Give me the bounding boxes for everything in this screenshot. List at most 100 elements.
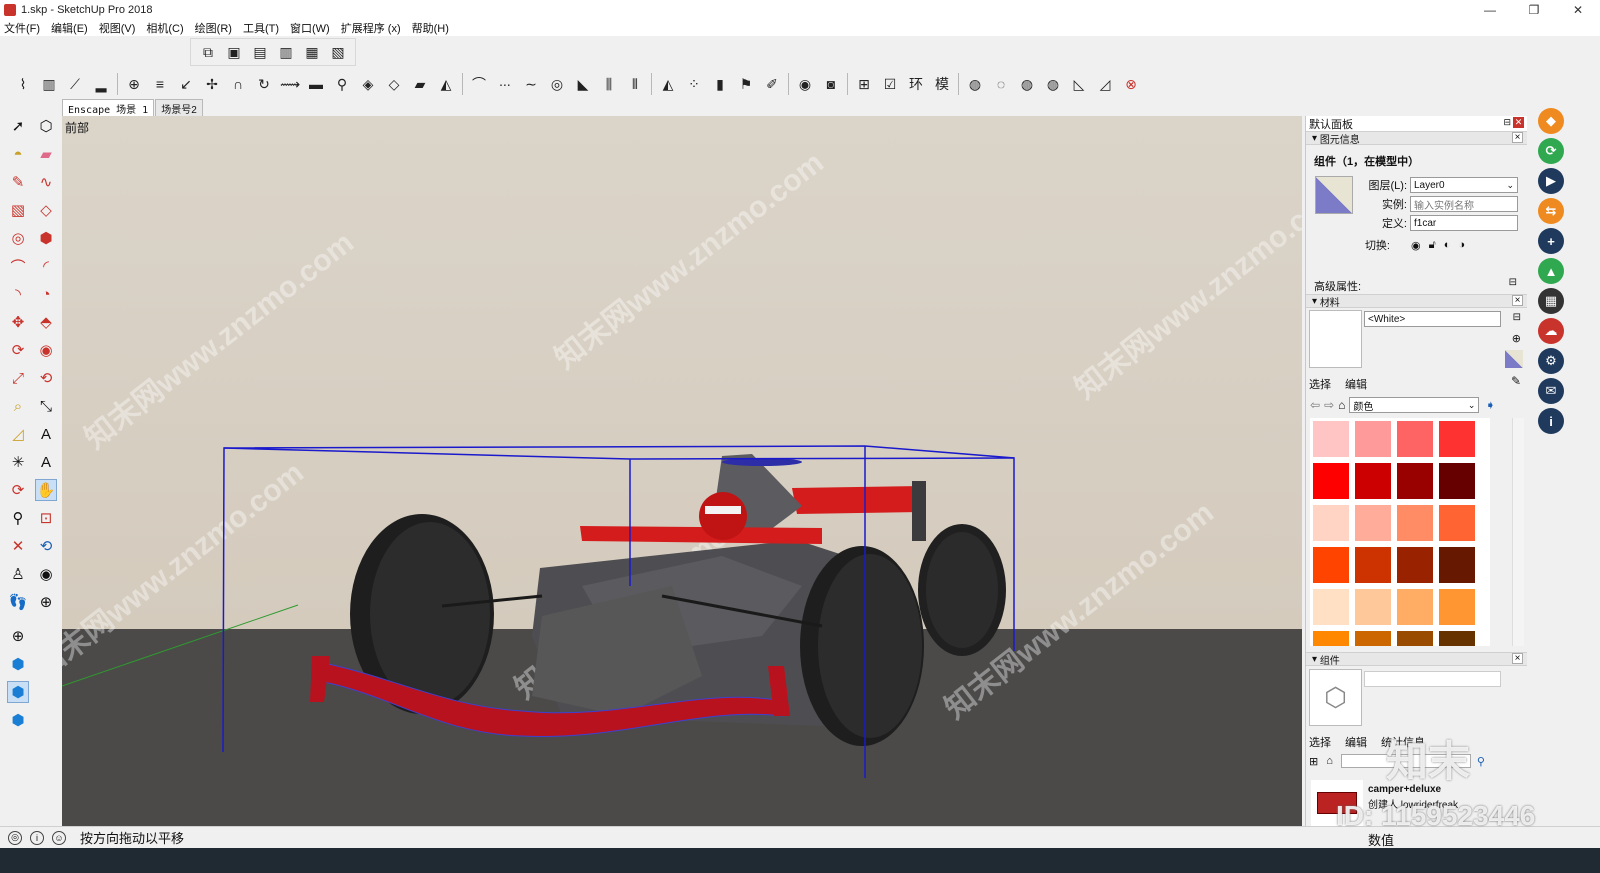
menu-view[interactable]: 视图(V) (99, 20, 136, 36)
enscape-logo-icon[interactable]: ◆ (1538, 108, 1564, 134)
close-icon[interactable]: × (1512, 653, 1523, 664)
section-plane-icon[interactable]: ⊕ (35, 591, 57, 613)
material-swatch[interactable] (1438, 504, 1476, 542)
pan-hand-icon[interactable]: ✋ (35, 479, 57, 501)
expand-icon[interactable]: ⊟ (1509, 277, 1517, 288)
f1car-model[interactable] (62, 116, 1302, 826)
material-name-input[interactable]: <White> (1364, 311, 1501, 327)
model-viewport[interactable]: 知末网www.znzmo.com 知末网www.znzmo.com 知末网www… (62, 116, 1302, 826)
bezier-icon[interactable]: ∩ (227, 73, 249, 95)
ramp-icon[interactable]: ⟋ (64, 73, 86, 95)
material-swatch[interactable] (1396, 630, 1434, 646)
material-swatch[interactable] (1312, 630, 1350, 646)
round-badge-icon[interactable]: ◉ (794, 73, 816, 95)
material-swatch[interactable] (1354, 462, 1392, 500)
cloud-upload-icon[interactable]: ☁ (1538, 318, 1564, 344)
material-swatch[interactable] (1396, 546, 1434, 584)
back-arrow-icon[interactable]: ⇦ (1310, 398, 1320, 412)
enscape-view-icon[interactable]: ◍ (1042, 73, 1064, 95)
material-swatch[interactable] (1354, 630, 1392, 646)
geo-location-icon[interactable]: ◎ (8, 830, 22, 845)
menu-camera[interactable]: 相机(C) (146, 20, 183, 36)
enscape-stop-icon[interactable]: ⊗ (1120, 73, 1142, 95)
material-swatch[interactable] (1396, 420, 1434, 458)
back-view-icon[interactable]: ▦ (301, 41, 323, 63)
close-button[interactable]: ✕ (1556, 0, 1600, 19)
offset-icon[interactable]: ⟲ (35, 367, 57, 389)
material-swatch[interactable] (1312, 504, 1350, 542)
walk-icon[interactable]: 👣 (7, 591, 29, 613)
follow-me-icon[interactable]: ◉ (35, 339, 57, 361)
home-icon[interactable]: ⌂ (1326, 755, 1333, 767)
extrude-icon[interactable]: ▰ (409, 73, 431, 95)
grid-array-icon[interactable]: ⁘ (683, 73, 705, 95)
eyedropper-icon[interactable]: ✎ (1511, 374, 1521, 388)
layer-select[interactable]: Layer0 ⌄ (1410, 177, 1518, 193)
orbit-icon[interactable]: ⟳ (7, 479, 29, 501)
flatten-icon[interactable]: ▬ (305, 73, 327, 95)
menu-draw[interactable]: 绘图(R) (195, 20, 232, 36)
default-material-icon[interactable] (1505, 350, 1523, 368)
follow-path-icon[interactable]: ⚲ (331, 73, 353, 95)
mail-icon[interactable]: ✉ (1538, 378, 1564, 404)
railing-icon[interactable]: ⫴ (624, 73, 646, 95)
info-icon[interactable]: i (1538, 408, 1564, 434)
arc2-icon[interactable]: ◜ (35, 255, 57, 277)
3d-text-icon[interactable]: A (35, 451, 57, 473)
solid-cube-icon[interactable]: ⬢ (7, 709, 29, 731)
material-swatch[interactable] (1354, 546, 1392, 584)
stairs-icon[interactable]: ⌇ (12, 73, 34, 95)
top-view-icon[interactable]: ▣ (223, 41, 245, 63)
material-swatch[interactable] (1354, 504, 1392, 542)
create-material-icon[interactable]: ⊕ (1512, 332, 1521, 345)
user-icon[interactable]: ☺ (52, 830, 66, 845)
receive-shadow-icon[interactable]: ◑ (1458, 239, 1465, 251)
tab-materials-select[interactable]: 选择 (1309, 376, 1331, 392)
zoom-icon[interactable]: ⚲ (7, 507, 29, 529)
materials-header[interactable]: ▾ 材料 × (1306, 294, 1527, 309)
close-icon[interactable]: × (1512, 132, 1523, 143)
mirror-icon[interactable]: ◭ (657, 73, 679, 95)
menu-extensions[interactable]: 扩展程序 (x) (341, 20, 401, 36)
front-view-icon[interactable]: ▤ (249, 41, 271, 63)
notification-icon[interactable]: ◙ (820, 73, 842, 95)
wave-icon[interactable]: ∼ (520, 73, 542, 95)
enscape-video-icon[interactable]: ◍ (1016, 73, 1038, 95)
right-view-icon[interactable]: ▥ (275, 41, 297, 63)
definition-input[interactable]: f1car (1410, 215, 1518, 231)
tab-components-edit[interactable]: 编辑 (1345, 734, 1367, 750)
material-swatch[interactable] (1438, 420, 1476, 458)
view-options-icon[interactable]: ⊞ (1309, 755, 1318, 768)
shape-bender-icon[interactable]: ⟿ (279, 73, 301, 95)
material-swatch[interactable] (1438, 462, 1476, 500)
menu-window[interactable]: 窗口(W) (290, 20, 330, 36)
material-swatch[interactable] (1312, 462, 1350, 500)
skew-icon[interactable]: ◣ (572, 73, 594, 95)
protractor-icon[interactable]: ◿ (7, 423, 29, 445)
solid-box-blue-icon[interactable]: ⬢ (7, 653, 29, 675)
refresh-icon[interactable]: ⟳ (1538, 138, 1564, 164)
menu-tools[interactable]: 工具(T) (243, 20, 279, 36)
push-pull-icon[interactable]: ⬘ (35, 311, 57, 333)
move-icon[interactable]: ✥ (7, 311, 29, 333)
enscape-camera-icon[interactable]: ◍ (964, 73, 986, 95)
bar-chart-icon[interactable]: ▂ (90, 73, 112, 95)
eye-icon[interactable]: ◉ (1411, 239, 1421, 252)
video-icon[interactable]: ▶ (1538, 168, 1564, 194)
maximize-button[interactable]: ❐ (1512, 0, 1556, 19)
array-dots-icon[interactable]: ∙∙∙ (494, 73, 516, 95)
enscape-proxy-icon[interactable]: ◿ (1094, 73, 1116, 95)
line-tool-icon[interactable]: ✎ (7, 171, 29, 193)
swap-icon[interactable]: ⇆ (1538, 198, 1564, 224)
dimension-icon[interactable]: ⤡ (35, 395, 57, 417)
rectangle-icon[interactable]: ▧ (7, 199, 29, 221)
pin-icon[interactable]: ⊟ (1503, 117, 1511, 128)
flip-icon[interactable]: ✢ (201, 73, 223, 95)
cast-shadow-icon[interactable]: ◐ (1444, 239, 1451, 251)
menu-edit[interactable]: 编辑(E) (51, 20, 88, 36)
look-around-icon[interactable]: ◉ (35, 563, 57, 585)
component-name-field[interactable] (1364, 671, 1501, 687)
search-icon[interactable]: ⚲ (1477, 755, 1485, 768)
material-swatch[interactable] (1396, 504, 1434, 542)
tree-icon[interactable]: ▲ (1538, 258, 1564, 284)
